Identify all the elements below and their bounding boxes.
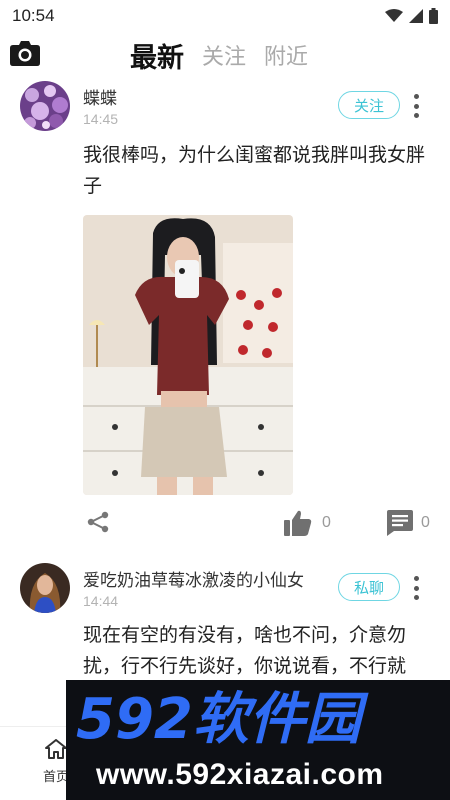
top-nav: 最新 关注 附近: [0, 34, 450, 76]
post-text: 我很棒吗，为什么闺蜜都说我胖叫我女胖子: [83, 145, 426, 197]
post-time: 14:45: [83, 111, 119, 127]
like-button[interactable]: 0: [284, 510, 331, 536]
watermark-url: www.592xiazai.com: [96, 758, 384, 791]
camera-button[interactable]: [10, 40, 40, 66]
signal-icon: [409, 9, 423, 23]
watermark-banner: 592软件园 www.592xiazai.com: [66, 680, 450, 800]
more-options-button[interactable]: [412, 576, 420, 600]
watermark-logo: 592软件园: [76, 687, 369, 748]
svg-text:592软件园: 592软件园: [76, 687, 369, 748]
share-icon: [87, 511, 109, 533]
battery-icon: [429, 8, 438, 24]
tab-following[interactable]: 关注: [202, 39, 246, 71]
comment-count: 0: [421, 514, 430, 531]
post-actions: 0 0: [0, 508, 450, 538]
author-name[interactable]: 蝶蝶: [83, 84, 117, 109]
author-name[interactable]: 爱吃奶油草莓冰激凌的小仙女: [83, 566, 304, 591]
follow-button[interactable]: 关注: [338, 91, 400, 119]
tab-latest[interactable]: 最新: [130, 36, 184, 75]
post-time: 14:44: [83, 593, 119, 609]
like-count: 0: [322, 514, 331, 531]
camera-icon: [10, 41, 40, 66]
comment-button[interactable]: 0: [387, 510, 430, 536]
status-time: 10:54: [12, 6, 55, 25]
share-button[interactable]: [86, 510, 110, 539]
tab-nearby[interactable]: 附近: [264, 39, 308, 71]
more-vertical-icon: [413, 576, 419, 581]
more-options-button[interactable]: [412, 94, 420, 118]
post-text: 现在有空的有没有，啥也不问，介意勿扰，行不行先谈好，你说说看，不行就: [83, 625, 407, 677]
status-icons: [385, 8, 438, 24]
thumb-up-icon: [284, 510, 312, 536]
wifi-icon: [385, 9, 403, 22]
post-image[interactable]: [83, 215, 293, 495]
avatar[interactable]: [20, 81, 70, 131]
more-vertical-icon: [413, 94, 419, 99]
comment-icon: [387, 510, 413, 536]
home-icon: [45, 739, 67, 759]
feed-tabs: 最新 关注 附近: [130, 34, 308, 76]
avatar[interactable]: [20, 563, 70, 613]
status-bar: 10:54: [0, 0, 450, 32]
private-chat-button[interactable]: 私聊: [338, 573, 400, 601]
